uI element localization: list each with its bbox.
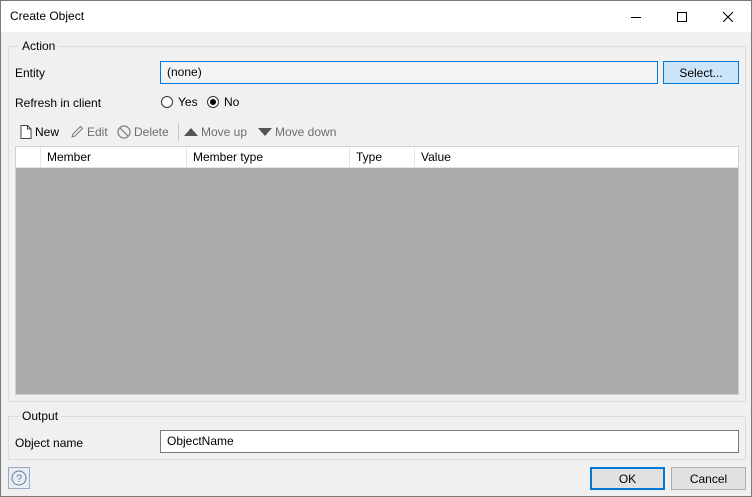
new-label: New	[35, 125, 60, 139]
minimize-icon	[631, 16, 641, 18]
move-up-button[interactable]: Move up	[184, 123, 247, 141]
help-button[interactable]: ?	[8, 467, 30, 489]
column-header-value[interactable]: Value	[414, 147, 738, 168]
refresh-in-client-label: Refresh in client	[15, 96, 102, 110]
move-down-label: Move down	[275, 125, 337, 139]
radio-circle-yes	[161, 96, 173, 108]
window-title: Create Object	[10, 9, 85, 23]
svg-text:?: ?	[16, 473, 22, 485]
column-header-member-type[interactable]: Member type	[186, 147, 349, 168]
close-button[interactable]	[705, 1, 751, 32]
toolbar-separator	[178, 123, 179, 141]
move-down-button[interactable]: Move down	[258, 123, 336, 141]
close-icon	[723, 11, 733, 22]
refresh-yes-label: Yes	[178, 95, 198, 109]
help-icon: ?	[11, 470, 27, 486]
column-header-member[interactable]: Member	[40, 147, 186, 168]
entity-field[interactable]: (none)	[160, 61, 658, 84]
action-legend: Action	[19, 39, 59, 53]
delete-icon	[117, 125, 131, 139]
title-bar[interactable]: Create Object	[1, 1, 751, 32]
triangle-down-icon	[258, 128, 272, 136]
new-button[interactable]: New	[20, 123, 59, 141]
output-legend: Output	[19, 409, 62, 423]
maximize-button[interactable]	[659, 1, 705, 32]
grid-row-selector-header	[16, 147, 40, 168]
edit-button[interactable]: Edit	[70, 123, 108, 141]
members-grid[interactable]: Member Member type Type Value	[15, 146, 739, 395]
move-up-label: Move up	[201, 125, 248, 139]
delete-label: Delete	[134, 125, 169, 139]
delete-button[interactable]: Delete	[117, 123, 169, 141]
object-name-field[interactable]: ObjectName	[160, 430, 739, 453]
edit-label: Edit	[87, 125, 108, 139]
entity-label: Entity	[15, 66, 46, 80]
new-document-icon	[20, 125, 32, 139]
select-entity-button[interactable]: Select...	[663, 61, 739, 84]
object-name-label: Object name	[15, 436, 84, 450]
column-header-type[interactable]: Type	[349, 147, 414, 168]
entity-value: (none)	[167, 65, 202, 79]
create-object-dialog: Create Object Action Entity (none) Selec…	[0, 0, 752, 497]
refresh-no-label: No	[224, 95, 240, 109]
grid-header: Member Member type Type Value	[16, 147, 738, 168]
pencil-icon	[71, 125, 84, 138]
object-name-value: ObjectName	[167, 434, 234, 448]
refresh-yes-radio[interactable]: Yes	[161, 95, 198, 109]
minimize-button[interactable]	[613, 1, 659, 32]
ok-button[interactable]: OK	[590, 467, 665, 490]
cancel-button[interactable]: Cancel	[671, 467, 746, 490]
refresh-no-radio[interactable]: No	[207, 95, 239, 109]
maximize-icon	[677, 11, 687, 22]
triangle-up-icon	[184, 128, 198, 136]
radio-circle-no	[207, 96, 219, 108]
